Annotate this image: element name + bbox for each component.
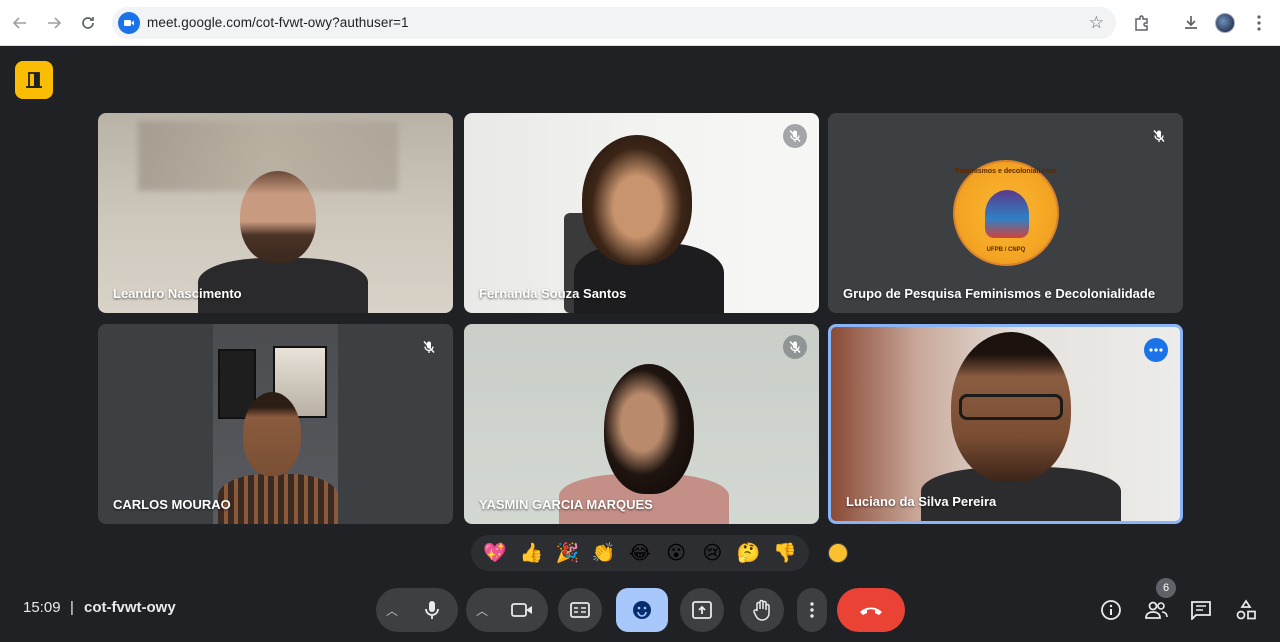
participant-tile[interactable]: Feminismos e decolonialidade UFPB / CNPQ…	[828, 113, 1183, 313]
chat-icon[interactable]	[1189, 598, 1213, 622]
logo-text: Feminismos e decolonialidade	[955, 168, 1057, 175]
participant-name: Grupo de Pesquisa Feminismos e Decolonia…	[843, 286, 1156, 301]
muted-mic-icon	[783, 335, 807, 359]
participant-tile[interactable]: Leandro Nascimento	[98, 113, 453, 313]
reaction-clap[interactable]: 👏	[589, 541, 619, 565]
muted-mic-icon	[1147, 124, 1171, 148]
reaction-surprised[interactable]: 😮	[661, 542, 691, 565]
footer-separator: |	[70, 599, 74, 616]
participant-tile[interactable]: CARLOS MOURAO	[98, 324, 453, 524]
audio-options-chevron-icon[interactable]: ︿	[386, 602, 398, 619]
reactions-bar: 💖 👍 🎉 👏 😂 😮 😢 🤔 👎	[471, 535, 809, 571]
back-icon[interactable]	[8, 11, 32, 35]
breakout-door-button[interactable]	[15, 61, 53, 99]
participant-count-badge: 6	[1156, 578, 1176, 598]
reaction-party[interactable]: 🎉	[553, 541, 583, 565]
skin-tone-selector[interactable]	[828, 543, 848, 563]
participant-tile[interactable]: YASMIN GARCIA MARQUES	[464, 324, 819, 524]
camera-control: ︿	[466, 588, 548, 632]
meet-stage: Leandro Nascimento Fernanda Souza Santos…	[0, 46, 1280, 642]
participant-tile[interactable]: Fernanda Souza Santos	[464, 113, 819, 313]
reaction-heart[interactable]: 💖	[480, 541, 510, 565]
microphone-control: ︿	[376, 588, 458, 632]
glasses	[959, 394, 1063, 420]
reaction-sad[interactable]: 😢	[697, 542, 727, 565]
people-icon[interactable]	[1144, 598, 1168, 622]
present-screen-button[interactable]	[680, 588, 724, 632]
leave-call-button[interactable]	[837, 588, 905, 632]
reaction-thinking[interactable]: 🤔	[734, 541, 764, 565]
participant-name: YASMIN GARCIA MARQUES	[479, 497, 653, 512]
participant-name: CARLOS MOURAO	[113, 497, 231, 512]
raise-hand-button[interactable]	[740, 588, 784, 632]
participant-tile-active[interactable]: Luciano da Silva Pereira	[828, 324, 1183, 524]
reaction-thumbs-down[interactable]: 👎	[770, 541, 800, 565]
meet-site-icon	[118, 12, 140, 34]
activities-icon[interactable]	[1234, 598, 1258, 622]
participant-name: Luciano da Silva Pereira	[846, 494, 997, 509]
browser-menu-icon[interactable]	[1247, 11, 1271, 35]
camera-button[interactable]	[500, 588, 544, 632]
participant-name: Fernanda Souza Santos	[479, 286, 627, 301]
participant-name: Leandro Nascimento	[113, 286, 242, 301]
reload-icon[interactable]	[76, 11, 100, 35]
muted-mic-icon	[783, 124, 807, 148]
reaction-thumbs-up[interactable]: 👍	[516, 541, 546, 565]
reactions-button[interactable]	[616, 588, 668, 632]
meeting-details-icon[interactable]	[1099, 598, 1123, 622]
muted-mic-icon	[417, 335, 441, 359]
download-icon[interactable]	[1179, 11, 1203, 35]
extensions-icon[interactable]	[1130, 11, 1154, 35]
more-options-button[interactable]	[1144, 338, 1168, 362]
address-bar[interactable]: meet.google.com/cot-fvwt-owy?authuser=1 …	[112, 7, 1116, 39]
microphone-button[interactable]	[410, 588, 454, 632]
profile-avatar[interactable]	[1213, 11, 1237, 35]
forward-icon[interactable]	[42, 11, 66, 35]
video-options-chevron-icon[interactable]: ︿	[476, 602, 488, 619]
captions-button[interactable]	[558, 588, 602, 632]
reaction-laugh[interactable]: 😂	[625, 542, 655, 565]
url-text: meet.google.com/cot-fvwt-owy?authuser=1	[147, 15, 409, 30]
browser-toolbar: meet.google.com/cot-fvwt-owy?authuser=1 …	[0, 0, 1280, 46]
participant-video	[213, 324, 338, 524]
meeting-clock: 15:09	[23, 599, 61, 616]
more-options-button[interactable]	[797, 588, 827, 632]
bookmark-star-icon[interactable]: ☆	[1089, 13, 1104, 33]
logo-subtext: UFPB / CNPQ	[986, 247, 1026, 253]
meeting-code: cot-fvwt-owy	[84, 599, 176, 616]
group-logo: Feminismos e decolonialidade UFPB / CNPQ	[953, 160, 1059, 266]
